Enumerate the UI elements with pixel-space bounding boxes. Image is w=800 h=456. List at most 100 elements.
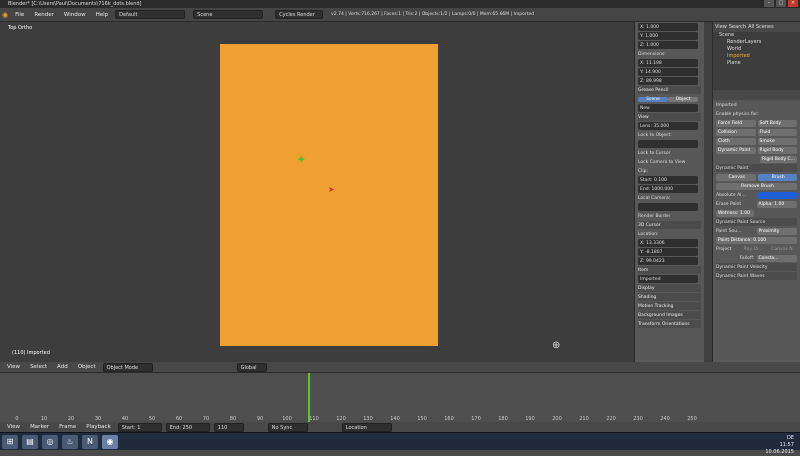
smoke-button[interactable]: Smoke bbox=[757, 137, 797, 145]
item-panel[interactable]: Item bbox=[638, 266, 701, 274]
sync-selector[interactable]: No Sync bbox=[267, 422, 308, 432]
tl-menu-frame[interactable]: Frame bbox=[56, 424, 79, 430]
keying-set-selector[interactable]: Location bbox=[341, 422, 392, 432]
outliner-tab-view[interactable]: View bbox=[715, 24, 727, 30]
project-checkbox[interactable]: Project bbox=[716, 247, 742, 252]
cursor-x[interactable]: X: 13.3306 bbox=[638, 239, 698, 247]
outliner-item-world[interactable]: World bbox=[713, 46, 800, 53]
end-frame-field[interactable]: End: 250 bbox=[165, 422, 210, 432]
transform-orientations-panel[interactable]: Transform Orientations bbox=[638, 320, 701, 328]
close-button[interactable]: × bbox=[788, 0, 798, 7]
soft-body-button[interactable]: Soft Body bbox=[757, 119, 797, 127]
layout-selector[interactable]: Default bbox=[115, 10, 186, 19]
menu-help[interactable]: Help bbox=[93, 12, 112, 18]
vp-menu-object[interactable]: Object bbox=[75, 364, 99, 370]
dimension-x[interactable]: X: 11.198 bbox=[638, 59, 698, 67]
source-panel[interactable]: Dynamic Paint Source bbox=[716, 218, 797, 226]
onenote-icon[interactable]: N bbox=[82, 434, 98, 449]
gp-new-button[interactable]: New bbox=[638, 104, 698, 112]
rigid-body-button[interactable]: Rigid Body bbox=[757, 146, 797, 154]
brush-color-swatch[interactable] bbox=[757, 191, 797, 199]
explorer-icon[interactable]: ▤ bbox=[22, 434, 38, 449]
absolute-alpha-checkbox[interactable]: Absolute Al... bbox=[716, 193, 756, 198]
blender-logo-icon[interactable]: ◉ bbox=[2, 11, 8, 19]
canvas-button[interactable]: Canvas bbox=[716, 173, 756, 181]
dimension-z[interactable]: Z: 89.998 bbox=[638, 77, 698, 85]
chrome-icon[interactable]: ◎ bbox=[42, 434, 58, 449]
minimize-button[interactable]: – bbox=[764, 0, 774, 7]
3d-cursor-icon[interactable]: ⊕ bbox=[552, 340, 560, 351]
blender-taskbar-icon[interactable]: ◉ bbox=[102, 434, 118, 449]
outliner-item-imported[interactable]: Imported bbox=[713, 53, 800, 60]
menu-file[interactable]: File bbox=[12, 12, 27, 18]
gp-scene-button[interactable]: Scene bbox=[638, 96, 668, 102]
dynamic-paint-panel[interactable]: Dynamic Paint bbox=[716, 164, 797, 172]
tl-menu-view[interactable]: View bbox=[4, 424, 23, 430]
vp-menu-add[interactable]: Add bbox=[54, 364, 71, 370]
current-frame-field[interactable]: 110 bbox=[213, 422, 244, 432]
menu-window[interactable]: Window bbox=[61, 12, 89, 18]
erase-paint-checkbox[interactable]: Erase Paint bbox=[716, 202, 755, 207]
remove-brush-button[interactable]: Remove Brush bbox=[716, 182, 797, 190]
maximize-button[interactable]: □ bbox=[776, 0, 786, 7]
outliner-item-scene[interactable]: Scene bbox=[713, 32, 800, 39]
force-field-button[interactable]: Force Field bbox=[716, 119, 756, 127]
scale-y[interactable]: Y: 1.000 bbox=[638, 32, 698, 40]
fluid-button[interactable]: Fluid bbox=[757, 128, 797, 136]
lock-object-field[interactable] bbox=[638, 140, 698, 148]
steam-icon[interactable]: ♨ bbox=[62, 434, 78, 449]
scene-selector[interactable]: Scene bbox=[193, 10, 264, 19]
mode-selector[interactable]: Object Mode bbox=[102, 362, 153, 372]
lens-field[interactable]: Lens: 35.000 bbox=[638, 122, 698, 130]
item-name-field[interactable]: Imported bbox=[638, 275, 698, 283]
shading-panel[interactable]: Shading bbox=[638, 293, 701, 301]
canvas-normal-dropdown[interactable]: Canvas N... bbox=[771, 247, 797, 252]
timeline[interactable]: 0 10 20 30 40 50 60 70 80 90 100 110 120 130 140 150 160… bbox=[0, 372, 800, 423]
menu-render[interactable]: Render bbox=[31, 12, 57, 18]
vp-menu-select[interactable]: Select bbox=[27, 364, 50, 370]
cursor-z[interactable]: Z: 99.0423 bbox=[638, 257, 698, 265]
outliner-tab-scenes[interactable]: All Scenes bbox=[748, 24, 774, 30]
view-panel[interactable]: View bbox=[638, 113, 701, 121]
render-border-checkbox[interactable]: Render Border bbox=[638, 212, 701, 220]
local-camera-field[interactable] bbox=[638, 203, 698, 211]
3d-viewport[interactable]: Top Ortho ✚ ➤ ⊕ (110) Imported bbox=[0, 22, 634, 362]
start-button[interactable]: ⊞ bbox=[2, 434, 18, 449]
display-panel[interactable]: Display bbox=[638, 284, 701, 292]
velocity-panel[interactable]: Dynamic Paint Velocity bbox=[716, 263, 797, 271]
motion-tracking-panel[interactable]: Motion Tracking bbox=[638, 302, 701, 310]
3d-cursor-panel[interactable]: 3D Cursor bbox=[638, 221, 701, 229]
paint-distance-field[interactable]: Paint Distance: 0.100 bbox=[716, 236, 797, 244]
render-engine-selector[interactable]: Cycles Render bbox=[275, 10, 324, 19]
outliner-item-plane[interactable]: Plane bbox=[713, 60, 800, 67]
proximity-dropdown[interactable]: Proximity bbox=[756, 227, 797, 235]
dimension-y[interactable]: Y: 14.900 bbox=[638, 68, 698, 76]
vp-menu-view[interactable]: View bbox=[4, 364, 23, 370]
dynamic-paint-button[interactable]: Dynamic Paint bbox=[716, 146, 756, 154]
tl-menu-playback[interactable]: Playback bbox=[83, 424, 114, 430]
gp-object-button[interactable]: Object bbox=[668, 96, 698, 102]
background-images-panel[interactable]: Background Images bbox=[638, 311, 701, 319]
cloth-button[interactable]: Cloth bbox=[716, 137, 756, 145]
outliner-item-renderlayers[interactable]: RenderLayers bbox=[713, 39, 800, 46]
outliner-tab-search[interactable]: Search bbox=[729, 24, 746, 30]
falloff-dropdown[interactable]: Consta... bbox=[756, 254, 797, 262]
grease-pencil-panel[interactable]: Grease Pencil bbox=[638, 86, 701, 94]
start-frame-field[interactable]: Start: 1 bbox=[117, 422, 162, 432]
brush-button[interactable]: Brush bbox=[757, 173, 797, 181]
transform-arrow-icon[interactable]: ➤ bbox=[328, 185, 335, 194]
scale-x[interactable]: X: 1.000 bbox=[638, 23, 698, 31]
lock-camera-checkbox[interactable]: Lock Camera to View bbox=[638, 158, 701, 166]
clip-end-field[interactable]: End: 1000.000 bbox=[638, 185, 698, 193]
cursor-y[interactable]: Y: -8.1807 bbox=[638, 248, 698, 256]
waves-panel[interactable]: Dynamic Paint Waves bbox=[716, 272, 797, 280]
alpha-field[interactable]: Alpha: 1.00 bbox=[756, 200, 797, 208]
tl-menu-marker[interactable]: Marker bbox=[27, 424, 52, 430]
scale-z[interactable]: Z: 1.000 bbox=[638, 41, 698, 49]
input-language[interactable]: DE bbox=[765, 435, 794, 442]
orientation-selector[interactable]: Global bbox=[236, 362, 267, 372]
rigid-body-constraint-button[interactable]: Rigid Body C... bbox=[760, 155, 797, 163]
lock-cursor-checkbox[interactable]: Lock to Cursor bbox=[638, 149, 701, 157]
collision-button[interactable]: Collision bbox=[716, 128, 756, 136]
clip-start-field[interactable]: Start: 0.100 bbox=[638, 176, 698, 184]
